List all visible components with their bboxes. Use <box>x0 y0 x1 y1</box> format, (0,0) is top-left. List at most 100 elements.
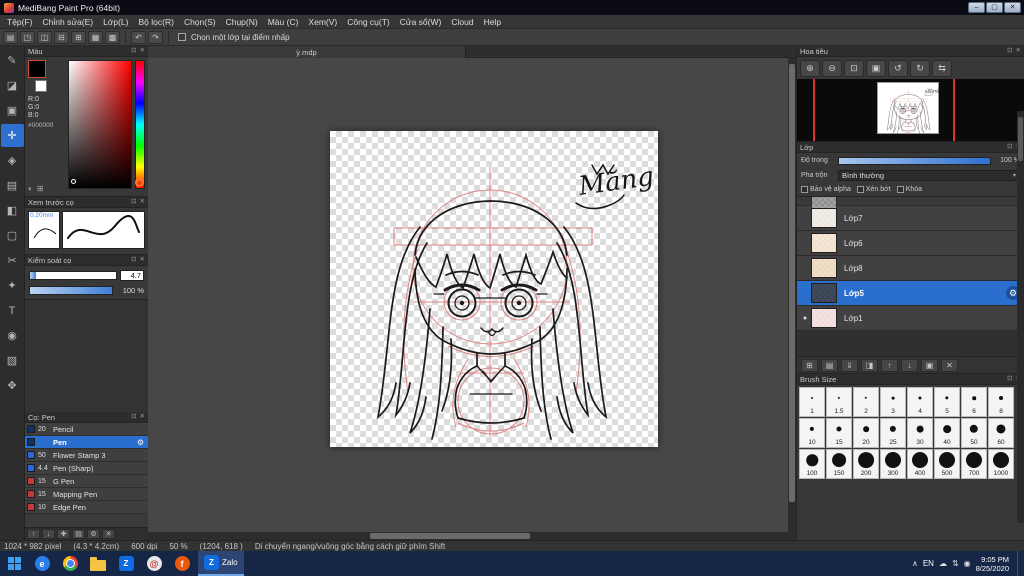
color-wheel-icon[interactable]: ◐ <box>28 184 33 193</box>
layer-item-4[interactable]: Lớp5 ⚙ <box>797 281 1024 306</box>
brush-size-cell-500[interactable]: 500 <box>934 449 960 479</box>
open-file-icon[interactable]: ◳ <box>20 30 35 44</box>
close-panel-icon[interactable]: ✕ <box>1016 47 1021 55</box>
document-tab[interactable]: ỳ.mdp <box>148 46 466 58</box>
undo-button[interactable]: ↶ <box>131 30 146 44</box>
material-icon[interactable]: ▩ <box>105 30 120 44</box>
brush-size-cell-200[interactable]: 200 <box>853 449 879 479</box>
brush-size-cell-15[interactable]: 15 <box>826 418 852 448</box>
brush-size-cell-6[interactable]: 6 <box>961 387 987 417</box>
zoom-actual-icon[interactable]: ▣ <box>866 59 886 77</box>
lock-checkbox[interactable] <box>896 186 904 193</box>
brush-settings-icon[interactable]: ⚙ <box>87 529 100 539</box>
add-swatch-icon[interactable]: ⊞ <box>37 184 44 193</box>
tray-expand-icon[interactable]: ∧ <box>912 559 918 568</box>
rotate-left-icon[interactable]: ↺ <box>888 59 908 77</box>
eraser-tool[interactable]: ◪ <box>1 74 24 97</box>
brush-item-3[interactable]: 50 Flower Stamp 3 <box>25 449 148 462</box>
pick-layer-checkbox[interactable] <box>178 33 186 41</box>
volume-icon[interactable]: ◉ <box>964 559 971 568</box>
brush-size-cell-10[interactable]: 10 <box>799 418 825 448</box>
menu-item-11[interactable]: Cloud <box>446 17 478 27</box>
brush-folder-icon[interactable]: ▤ <box>72 529 85 539</box>
brush-size-cell-4[interactable]: 4 <box>907 387 933 417</box>
float-panel-icon[interactable]: ⊡ <box>131 256 136 264</box>
clipping-checkbox[interactable] <box>856 186 864 193</box>
add-brush-icon[interactable]: ✚ <box>57 529 70 539</box>
protect-alpha-checkbox[interactable] <box>801 186 808 193</box>
layer-item-5[interactable]: ● Lớp1 <box>797 306 1024 331</box>
move-tool[interactable]: ✛ <box>0 124 24 147</box>
brush-width-slider[interactable] <box>29 271 117 280</box>
brush-size-cell-5[interactable]: 5 <box>934 387 960 417</box>
add-layer-icon[interactable]: ⊞ <box>801 358 818 372</box>
brush-item-1[interactable]: 20 Pencil <box>25 423 148 436</box>
duplicate-layer-icon[interactable]: ▣ <box>921 358 938 372</box>
menu-item-4[interactable]: Bộ lọc(R) <box>134 17 179 27</box>
chrome-icon[interactable] <box>56 551 84 576</box>
float-panel-icon[interactable]: ⊡ <box>1007 47 1012 55</box>
float-panel-icon[interactable]: ⊡ <box>131 198 136 206</box>
layer-item-partial[interactable] <box>797 197 1024 211</box>
add-folder-icon[interactable]: ▤ <box>821 358 838 372</box>
grid-icon[interactable]: ⊞ <box>71 30 86 44</box>
menu-item-8[interactable]: Xem(V) <box>303 17 342 27</box>
brush-item-2[interactable]: Pen ⚙ <box>25 436 148 449</box>
secondary-color-swatch[interactable] <box>35 80 47 92</box>
layer-item-2[interactable]: Lớp6 <box>797 231 1024 256</box>
layer-opacity-slider[interactable] <box>838 156 991 165</box>
edge-icon[interactable]: e <box>28 551 56 576</box>
brush-size-cell-100[interactable]: 100 <box>799 449 825 479</box>
brush-item-4[interactable]: 4.4 Pen (Sharp) <box>25 462 148 475</box>
zalo-icon[interactable]: Z <box>112 551 140 576</box>
start-button[interactable] <box>0 551 28 576</box>
flip-icon[interactable]: ⇆ <box>932 59 952 77</box>
fill-tool[interactable]: ◈ <box>1 149 24 172</box>
brush-item-6[interactable]: 15 Mapping Pen <box>25 488 148 501</box>
gradient-tool[interactable]: ◧ <box>1 199 24 222</box>
blend-mode-select[interactable]: Bình thường ▾ <box>838 170 1020 181</box>
close-panel-icon[interactable]: ✕ <box>140 413 145 421</box>
navigator-thumbnail[interactable] <box>877 82 940 134</box>
layer-list-scrollbar[interactable] <box>1017 111 1024 523</box>
pattern-tool[interactable]: ▧ <box>1 349 24 372</box>
canvas[interactable]: Măng <box>330 131 658 447</box>
active-task-zalo[interactable]: Z Zalo <box>198 551 244 576</box>
menu-item-9[interactable]: Công cụ(T) <box>342 17 395 27</box>
firefox-icon[interactable]: f <box>168 551 196 576</box>
maximize-button[interactable]: ▢ <box>986 2 1003 13</box>
primary-color-swatch[interactable] <box>28 60 46 78</box>
brush-size-cell-50[interactable]: 50 <box>961 418 987 448</box>
menu-item-12[interactable]: Help <box>479 17 506 27</box>
move-layer-down-icon[interactable]: ↓ <box>901 358 918 372</box>
menu-item-6[interactable]: Chụp(N) <box>221 17 263 27</box>
float-panel-icon[interactable]: ⊡ <box>1007 375 1012 383</box>
brush-opacity-slider[interactable] <box>29 286 113 295</box>
eyedropper-tool[interactable]: ◉ <box>1 324 24 347</box>
brush-size-cell-400[interactable]: 400 <box>907 449 933 479</box>
brush-size-cell-1000[interactable]: 1000 <box>988 449 1014 479</box>
close-button[interactable]: ✕ <box>1004 2 1021 13</box>
brush-size-cell-30[interactable]: 30 <box>907 418 933 448</box>
brush-size-cell-2[interactable]: 2 <box>853 387 879 417</box>
layer-visible-icon[interactable]: ● <box>799 315 811 322</box>
zoom-out-icon[interactable]: ⊖ <box>822 59 842 77</box>
hand-tool[interactable]: ✥ <box>1 374 24 397</box>
menu-item-3[interactable]: Lớp(L) <box>98 17 133 27</box>
brush-size-cell-25[interactable]: 25 <box>880 418 906 448</box>
vertical-scroll-thumb[interactable] <box>789 64 795 502</box>
canvas-horizontal-scrollbar[interactable] <box>148 532 788 540</box>
close-panel-icon[interactable]: ✕ <box>140 47 145 55</box>
bucket-tool[interactable]: ▤ <box>1 174 24 197</box>
brush-size-cell-150[interactable]: 150 <box>826 449 852 479</box>
redo-button[interactable]: ↷ <box>148 30 163 44</box>
dot-pen-tool[interactable]: ▣ <box>1 99 24 122</box>
move-layer-up-icon[interactable]: ↑ <box>881 358 898 372</box>
menu-item-10[interactable]: Cửa sổ(W) <box>395 17 447 27</box>
save-icon[interactable]: ◫ <box>37 30 52 44</box>
brush-up-icon[interactable]: ↑ <box>27 529 40 539</box>
float-panel-icon[interactable]: ⊡ <box>131 47 136 55</box>
brush-size-cell-8[interactable]: 8 <box>988 387 1014 417</box>
brush-size-cell-40[interactable]: 40 <box>934 418 960 448</box>
float-panel-icon[interactable]: ⊡ <box>1007 143 1012 151</box>
